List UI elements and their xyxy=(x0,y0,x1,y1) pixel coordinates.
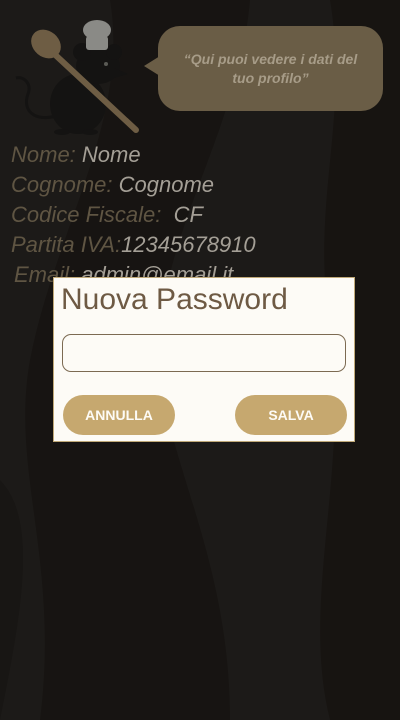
speech-bubble-text: “Qui puoi vedere i dati del tuo profilo” xyxy=(183,50,358,86)
cognome-value: Cognome xyxy=(118,172,215,197)
chef-rat-icon xyxy=(15,20,139,135)
profile-details: Nome: Nome Cognome: Cognome Codice Fisca… xyxy=(11,140,256,290)
new-password-dialog: Nuova Password ANNULLA SALVA xyxy=(53,277,355,442)
partita-iva-row: Partita IVA:12345678910 xyxy=(11,230,256,260)
cognome-label: Cognome: xyxy=(11,172,113,197)
nome-label: Nome: xyxy=(11,142,76,167)
nome-row: Nome: Nome xyxy=(11,140,256,170)
save-button[interactable]: SALVA xyxy=(235,395,347,435)
nome-value: Nome xyxy=(81,142,141,167)
cancel-button[interactable]: ANNULLA xyxy=(63,395,175,435)
speech-bubble: “Qui puoi vedere i dati del tuo profilo” xyxy=(144,26,383,111)
new-password-input[interactable] xyxy=(62,334,346,372)
dialog-title: Nuova Password xyxy=(61,283,288,316)
partita-iva-label: Partita IVA: xyxy=(11,232,122,257)
codice-fiscale-value: CF xyxy=(173,202,203,227)
codice-fiscale-row: Codice Fiscale: CF xyxy=(11,200,256,230)
cognome-row: Cognome: Cognome xyxy=(11,170,256,200)
partita-iva-value: 12345678910 xyxy=(121,232,256,257)
codice-fiscale-label: Codice Fiscale: xyxy=(11,202,162,227)
